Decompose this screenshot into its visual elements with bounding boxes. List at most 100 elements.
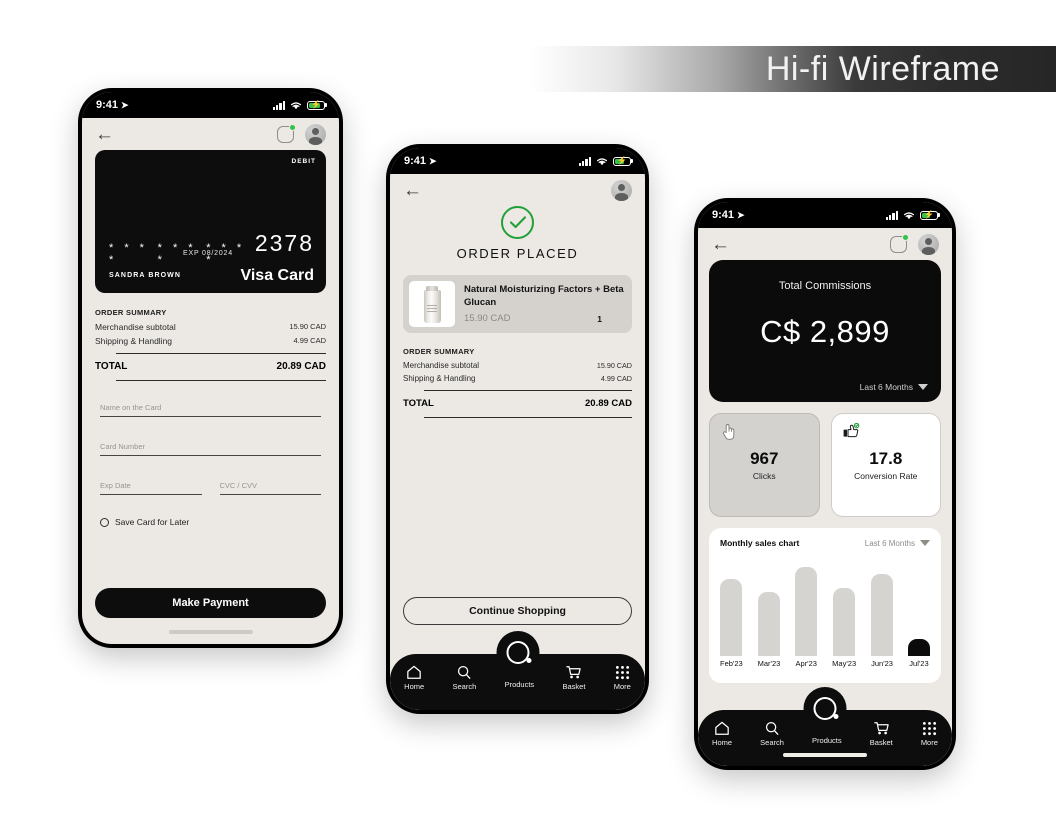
product-price: 15.90 CAD: [464, 313, 511, 325]
commissions-period-selector[interactable]: Last 6 Months: [860, 382, 928, 392]
order-placed-headline: ORDER PLACED: [456, 246, 579, 261]
chart-period-selector[interactable]: Last 6 Months: [865, 539, 930, 548]
back-arrow-icon[interactable]: ←: [403, 181, 422, 200]
status-indicators: ⚡: [272, 100, 325, 110]
title-banner: Hi-fi Wireframe: [530, 46, 1056, 92]
monthly-sales-chart-card[interactable]: Monthly sales chart Last 6 Months Feb'23…: [709, 528, 941, 683]
app-bar: ←: [698, 228, 952, 260]
home-indicator: [783, 753, 867, 757]
chart-bar-column: Mar'23: [757, 556, 781, 668]
nav-item-basket[interactable]: Basket: [870, 721, 893, 747]
nav-label-home: Home: [712, 738, 733, 747]
chart-bar-column: May'23: [832, 556, 856, 668]
exp-date-input[interactable]: Exp Date: [100, 481, 202, 495]
home-icon: [715, 721, 729, 735]
user-avatar-icon[interactable]: [918, 233, 939, 255]
back-arrow-icon[interactable]: ←: [711, 235, 730, 254]
product-tube-image: [409, 281, 455, 327]
payment-content: DEBIT * * * * * * * * * * * * 2378 EXP 0…: [82, 150, 339, 644]
location-arrow-icon: ➤: [429, 155, 437, 166]
order-placed-screen: 9:41 ➤ ⚡ ← ORDER PLACED Natural Moisturi…: [390, 148, 645, 710]
status-bar: 9:41 ➤ ⚡: [82, 92, 339, 118]
products-logo-icon[interactable]: [803, 687, 847, 730]
app-bar-actions: [277, 123, 326, 145]
summary-row-value: 4.99 CAD: [293, 336, 326, 345]
notification-square-icon[interactable]: [277, 123, 296, 143]
phone-payment: 9:41 ➤ ⚡ ← DEBIT * * * * * * * * * * * *…: [78, 88, 343, 648]
chart-bar: [795, 566, 818, 656]
conversion-rate-value: 17.8: [869, 449, 903, 468]
cvc-input[interactable]: CVC / CVV: [219, 481, 321, 495]
status-time-group: 9:41 ➤: [404, 155, 437, 167]
credit-card[interactable]: DEBIT * * * * * * * * * * * * 2378 EXP 0…: [95, 150, 326, 293]
nav-item-more[interactable]: More: [614, 665, 631, 691]
order-summary-heading: ORDER SUMMARY: [95, 308, 167, 317]
app-bar-actions: [890, 233, 939, 255]
chart-bar: [720, 578, 743, 656]
card-number-input[interactable]: Card Number: [100, 442, 321, 456]
user-avatar-icon[interactable]: [611, 179, 632, 201]
nav-item-home[interactable]: Home: [712, 721, 732, 747]
nav-label-more: More: [613, 682, 631, 691]
summary-row: Shipping & Handling 4.99 CAD: [95, 336, 326, 346]
chart-bar-label: Mar'23: [757, 659, 781, 668]
summary-total-row: TOTAL 20.89 CAD: [95, 361, 326, 372]
make-payment-button[interactable]: Make Payment: [95, 588, 326, 618]
total-commissions-card[interactable]: Total Commissions C$ 2,899 Last 6 Months: [709, 260, 941, 402]
banner-title: Hi-fi Wireframe: [765, 49, 1000, 88]
chart-bar: [833, 588, 856, 656]
total-value: 20.89 CAD: [585, 398, 632, 409]
search-icon: [458, 665, 471, 679]
hand-pointer-icon: [721, 423, 737, 446]
continue-shopping-button[interactable]: Continue Shopping: [403, 597, 632, 625]
nav-item-search[interactable]: Search: [760, 721, 784, 747]
chevron-down-icon: [918, 384, 928, 390]
nav-item-home[interactable]: Home: [404, 665, 424, 691]
chart-bar-label: May'23: [832, 659, 857, 668]
dashboard-screen: 9:41 ➤ ⚡ ← Total Commissions C$ 2,899 La…: [698, 202, 952, 766]
chart-bar-column: Jul'23: [907, 556, 930, 668]
notification-square-icon[interactable]: [890, 233, 909, 253]
card-brand: Visa Card: [240, 267, 314, 284]
summary-row: Merchandise subtotal 15.90 CAD: [95, 322, 326, 332]
stats-row: 967 Clicks 17.8 Conversion Rate: [709, 413, 941, 517]
app-bar: ←: [390, 174, 645, 206]
commissions-period-label: Last 6 Months: [859, 382, 913, 392]
back-arrow-icon[interactable]: ←: [95, 125, 114, 144]
save-card-radio[interactable]: [100, 517, 109, 527]
status-time: 9:41: [96, 99, 119, 111]
summary-divider-bottom: [116, 380, 326, 381]
conversion-rate-stat-card[interactable]: 17.8 Conversion Rate: [830, 413, 941, 517]
card-holder-name: SANDRA BROWN: [109, 272, 182, 279]
search-icon: [765, 721, 779, 735]
battery-charging-icon: ⚡: [613, 156, 631, 166]
status-time-group: 9:41 ➤: [712, 209, 745, 221]
nav-label-basket: Basket: [869, 738, 893, 747]
nav-item-search[interactable]: Search: [452, 665, 476, 691]
nav-label-products: Products: [504, 680, 535, 689]
card-form: Name on the Card Card Number Exp Date CV…: [95, 403, 326, 527]
commissions-amount: C$ 2,899: [760, 314, 890, 349]
nav-item-basket[interactable]: Basket: [562, 665, 585, 691]
cellular-bars-icon: [578, 156, 591, 166]
summary-row: Shipping & Handling 4.99 CAD: [403, 374, 632, 383]
user-avatar-icon[interactable]: [305, 123, 326, 145]
cellular-bars-icon: [885, 210, 898, 220]
name-on-card-input[interactable]: Name on the Card: [100, 403, 321, 417]
summary-row-label: Shipping & Handling: [95, 336, 173, 346]
home-indicator: [168, 630, 253, 634]
wireframe-board: Hi-fi Wireframe 9:41 ➤ ⚡ ← DEBIT * * * *…: [0, 0, 1056, 816]
products-logo-icon[interactable]: [496, 631, 539, 674]
product-card[interactable]: Natural Moisturizing Factors + Beta Gluc…: [403, 275, 632, 333]
summary-row-label: Merchandise subtotal: [95, 322, 176, 332]
chart-bars-area: Feb'23 Mar'23 Apr'23 May'23 Jun'23 Jul'23: [720, 556, 930, 668]
card-number-placeholder: Card Number: [100, 442, 146, 451]
clicks-stat-card[interactable]: 967 Clicks: [709, 413, 820, 517]
save-card-label: Save Card for Later: [115, 517, 190, 527]
save-card-row[interactable]: Save Card for Later: [100, 517, 321, 527]
nav-item-more[interactable]: More: [921, 721, 938, 747]
summary-row-label: Shipping & Handling: [403, 374, 476, 383]
card-last-four: 2378: [254, 230, 314, 256]
cellular-bars-icon: [272, 100, 285, 110]
nav-label-basket: Basket: [562, 682, 586, 691]
